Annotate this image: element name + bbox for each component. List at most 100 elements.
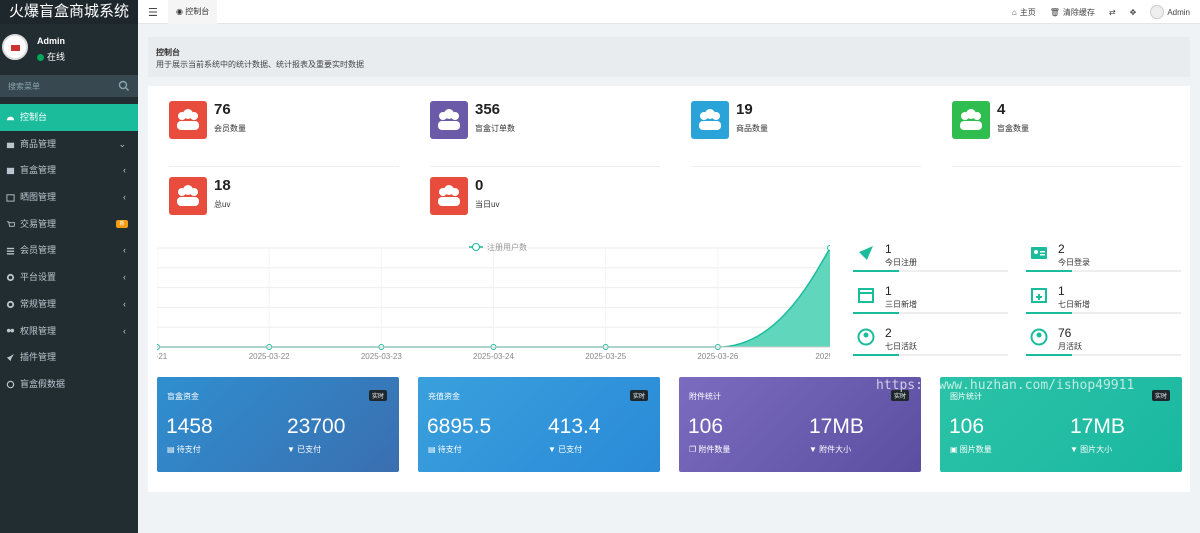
sidebar-item-plugins[interactable]: 插件管理 (0, 344, 138, 371)
sidebar-item-dashboard[interactable]: 控制台 (0, 104, 138, 131)
fullscreen-icon: ✥ (1129, 7, 1137, 17)
search-icon[interactable] (118, 80, 130, 92)
users-icon (169, 177, 207, 215)
user-name: Admin (37, 36, 65, 46)
mini-stat-today-login: 2 今日登录 (1026, 240, 1181, 282)
users-icon (169, 101, 207, 139)
stat-value: 356 (475, 101, 501, 118)
filter-icon: ▼ (548, 445, 559, 454)
stat-value: 19 (736, 101, 753, 118)
card-label-1-text: 图片数量 (959, 445, 992, 454)
admin-menu[interactable]: Admin (1150, 5, 1190, 19)
card-blindbox-funds: 盲盒资金 实时 1458 23700 ▤ 待支付 ▼ 已支付 (157, 377, 399, 472)
stat-label: 商品数量 (736, 124, 768, 133)
sidebar-item-general[interactable]: 常规管理 ‹ (0, 291, 138, 318)
sidebar-item-goods[interactable]: 商品管理 ⌄ (0, 131, 138, 158)
avatar (1150, 5, 1165, 19)
avatar[interactable] (2, 34, 28, 60)
card-title: 充值资金 (428, 392, 460, 401)
mini-stat-bar (853, 270, 1008, 272)
leaf-icon (691, 101, 729, 139)
mini-stat-label: 三日新增 (885, 300, 917, 309)
rocket-icon (6, 354, 15, 362)
legend-marker (472, 243, 480, 251)
menu-search[interactable]: 搜索菜单 (0, 75, 138, 97)
x-tick-label: 2025-03-24 (473, 352, 514, 361)
mini-stat-bar (1026, 312, 1181, 314)
card-recharge-funds: 充值资金 实时 6895.5 413.4 ▤ 待支付 ▼ 已支付 (418, 377, 660, 472)
mini-stat-label: 月活跃 (1058, 342, 1082, 351)
card-value-2: 17MB (809, 415, 864, 438)
stat-value: 76 (214, 101, 231, 118)
card-label-2-text: 已支付 (297, 445, 322, 454)
sidebar-item-members[interactable]: 会员管理 ‹ (0, 237, 138, 264)
box-icon (6, 168, 15, 175)
sidebar-item-label: 权限管理 (20, 325, 57, 336)
search-input[interactable]: 搜索菜单 (8, 81, 40, 92)
sidebar-item-label: 晒图管理 (20, 192, 57, 203)
registration-chart: 03-21 2025-03-22 2025-03-23 2025-03-24 2025-… (157, 242, 830, 361)
users-icon (430, 177, 468, 215)
card-label-1: ▤ 待支付 (167, 444, 201, 455)
sidebar-item-label: 交易管理 (20, 218, 57, 229)
card-title: 盲盒资金 (167, 392, 199, 401)
circle-icon (6, 380, 15, 389)
legend-label: 注册用户数 (487, 242, 527, 252)
x-tick-label: 2025-03-23 (361, 352, 402, 361)
sidebar-item-label: 控制台 (20, 112, 48, 122)
sidebar-item-trade[interactable]: 交易管理 新 (0, 211, 138, 238)
x-tick-label: 03-21 (157, 352, 168, 361)
x-tick-label: 2025-03 (815, 352, 830, 361)
mini-stat-value: 76 (1058, 326, 1072, 340)
page-header: 控制台 用于展示当前系统中的统计数据、统计报表及重要实时数据 (148, 37, 1190, 77)
list-icon: ▤ (428, 445, 438, 454)
home-link[interactable]: ⌂ 主页 (1012, 7, 1036, 18)
fullscreen-button[interactable]: ✥ (1130, 8, 1137, 17)
home-icon: ⌂ (1011, 7, 1017, 17)
stat-products: 19 商品数量 (691, 101, 921, 167)
card-label-1: ▤ 待支付 (428, 444, 462, 455)
mini-stat-today-register: 1 今日注册 (853, 240, 1008, 282)
sidebar-item-label: 盲盒管理 (20, 165, 57, 176)
x-tick-label: 2025-03-22 (249, 352, 290, 361)
card-label-2-text: 附件大小 (819, 445, 852, 454)
sidebar-item-showcase[interactable]: 晒图管理 ‹ (0, 184, 138, 211)
page-title: 控制台 (156, 48, 180, 57)
stat-boxes: 4 盲盒数量 (952, 101, 1182, 167)
sidebar-item-permissions[interactable]: 权限管理 ‹ (0, 318, 138, 345)
filter-icon: ▼ (287, 445, 298, 454)
image-icon: ▣ (950, 445, 960, 454)
list-icon: ▤ (167, 445, 177, 454)
sidebar-item-fake-data[interactable]: 盲盒假数据 (0, 371, 138, 398)
group-icon (6, 328, 15, 332)
card-label-1-text: 待支付 (437, 445, 462, 454)
menu-toggle-icon[interactable]: ☰ (148, 6, 158, 19)
user-panel: Admin 在线 (0, 30, 138, 70)
sidebar-item-label: 插件管理 (20, 352, 57, 363)
mini-stat-three-day-new: 1 三日新增 (853, 282, 1008, 324)
language-button[interactable]: ⇄ (1109, 8, 1116, 17)
app-title: 火爆盲盒商城系统 (0, 0, 138, 24)
sidebar-item-platform-settings[interactable]: 平台设置 ‹ (0, 264, 138, 291)
card-value-2: 23700 (287, 415, 346, 438)
new-badge: 新 (116, 219, 128, 228)
filter-icon: ▼ (1070, 445, 1081, 454)
stat-today-uv: 0 当日uv (430, 177, 660, 243)
sidebar-item-blindbox[interactable]: 盲盒管理 ‹ (0, 157, 138, 184)
card-label-1-text: 附件数量 (698, 445, 731, 454)
stat-value: 4 (997, 101, 1006, 118)
tab-dashboard[interactable]: ◉ 控制台 (168, 0, 218, 24)
mini-stat-label: 七日新增 (1058, 300, 1090, 309)
page-description: 用于展示当前系统中的统计数据、统计报表及重要实时数据 (156, 60, 364, 69)
cart-icon (6, 221, 15, 227)
filter-icon: ▼ (809, 445, 820, 454)
mini-stat-seven-day-new: 1 七日新增 (1026, 282, 1181, 324)
card-value-2: 413.4 (548, 415, 601, 438)
user-circle-icon (857, 328, 875, 346)
clear-cache-button[interactable]: 🗑 清除缓存 (1050, 7, 1095, 18)
dashboard-icon: ◉ (176, 7, 186, 16)
sidebar-menu: 控制台 商品管理 ⌄ 盲盒管理 ‹ 晒图管理 ‹ 交易管理新 会员管理 ‹ 平台设置 ‹ … (0, 104, 138, 398)
tab-label: 控制台 (185, 7, 210, 16)
stat-label: 会员数量 (214, 124, 246, 133)
mini-stat-label: 今日登录 (1058, 258, 1090, 267)
